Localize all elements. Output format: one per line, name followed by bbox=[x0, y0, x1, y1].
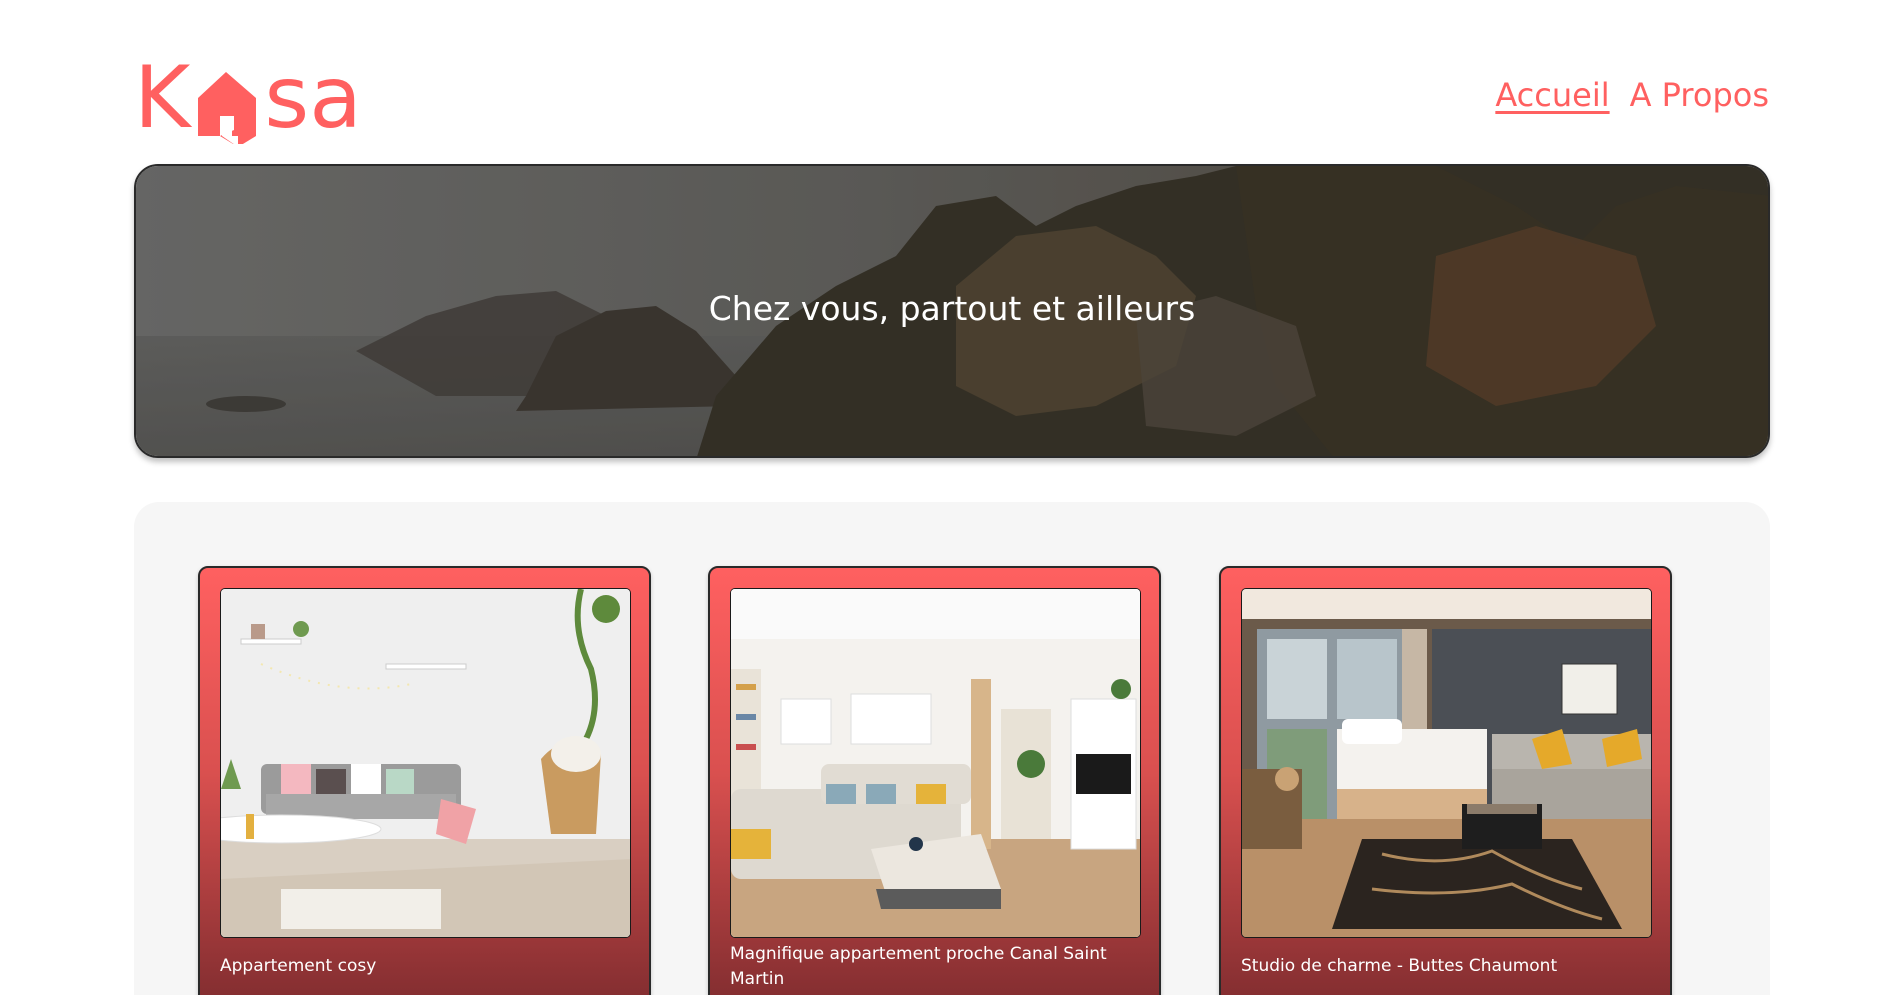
nav-link-accueil[interactable]: Accueil bbox=[1495, 76, 1609, 114]
hero-banner: Chez vous, partout et ailleurs bbox=[134, 164, 1770, 458]
listing-card[interactable]: Magnifique appartement proche Canal Sain… bbox=[708, 566, 1161, 995]
house-icon bbox=[192, 52, 262, 147]
listing-title: Studio de charme - Buttes Chaumont bbox=[1241, 956, 1558, 976]
logo-letter-k: K bbox=[134, 48, 191, 148]
listing-card[interactable]: Studio de charme - Buttes Chaumont bbox=[1219, 566, 1672, 995]
logo-letter-a: a bbox=[309, 48, 362, 148]
site-header: K s a Accueil A Propos bbox=[134, 48, 1769, 148]
listing-photo-hotel-room bbox=[1241, 588, 1652, 938]
logo-letter-s: s bbox=[264, 48, 310, 148]
listings-gallery: Appartement cosy Magnifique appartement … bbox=[134, 502, 1770, 995]
nav-link-a-propos[interactable]: A Propos bbox=[1630, 76, 1769, 114]
kasa-logo[interactable]: K s a bbox=[134, 48, 362, 148]
listing-card[interactable]: Appartement cosy bbox=[198, 566, 651, 995]
listing-photo-open-living-room bbox=[730, 588, 1141, 938]
listing-title: Magnifique appartement proche Canal Sain… bbox=[730, 944, 1107, 989]
listing-title: Appartement cosy bbox=[220, 956, 377, 976]
listing-photo-living-room bbox=[220, 588, 631, 938]
banner-title: Chez vous, partout et ailleurs bbox=[708, 288, 1196, 328]
main-nav: Accueil A Propos bbox=[1495, 76, 1769, 114]
